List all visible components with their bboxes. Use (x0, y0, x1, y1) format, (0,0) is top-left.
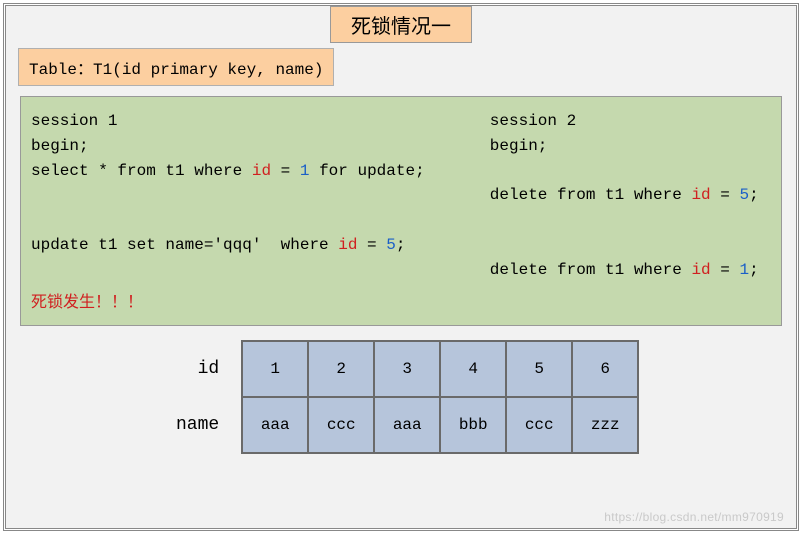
table-row: id 1 2 3 4 5 6 (176, 341, 638, 397)
s1-val-5: 5 (386, 236, 396, 254)
s2-del1-c: ; (749, 186, 759, 204)
session2-delete2: delete from t1 where id = 1; (490, 258, 771, 283)
s2-del2-b: = (711, 261, 740, 279)
s1-select-c: for update; (309, 162, 424, 180)
session1-column: session 1 begin; select * from t1 where … (31, 109, 490, 283)
session2-begin: begin; (490, 134, 771, 159)
s1-id-2: id (338, 236, 357, 254)
s2-del1-a: delete from t1 where (490, 186, 692, 204)
s1-upd-c: ; (396, 236, 406, 254)
s2-del1-b: = (711, 186, 740, 204)
data-table: id 1 2 3 4 5 6 name aaa ccc aaa bbb ccc … (176, 340, 639, 454)
s2-val-5: 5 (739, 186, 749, 204)
blank-2 (31, 208, 490, 233)
s1-id-1: id (252, 162, 271, 180)
table-row: name aaa ccc aaa bbb ccc zzz (176, 397, 638, 453)
watermark: https://blog.csdn.net/mm970919 (604, 510, 784, 524)
blank-5 (490, 233, 771, 258)
name-cell: aaa (242, 397, 308, 453)
session2-column: session 2 begin; delete from t1 where id… (490, 109, 771, 283)
s1-upd-b: = (357, 236, 386, 254)
id-cell: 6 (572, 341, 638, 397)
blank-4 (490, 208, 771, 233)
name-cell: ccc (506, 397, 572, 453)
id-cell: 2 (308, 341, 374, 397)
blank-3 (490, 159, 771, 184)
session1-update: update t1 set name='qqq' where id = 5; (31, 233, 490, 258)
s2-val-1: 1 (739, 261, 749, 279)
s2-id-2: id (691, 261, 710, 279)
data-table-wrap: id 1 2 3 4 5 6 name aaa ccc aaa bbb ccc … (6, 340, 796, 454)
id-cell: 4 (440, 341, 506, 397)
code-columns: session 1 begin; select * from t1 where … (31, 109, 771, 283)
session1-select: select * from t1 where id = 1 for update… (31, 159, 490, 184)
s2-del2-c: ; (749, 261, 759, 279)
row-label-name: name (176, 397, 242, 453)
session1-begin: begin; (31, 134, 490, 159)
s1-select-b: = (271, 162, 300, 180)
inner-frame: 死锁情况一 Table：T1(id primary key, name) ses… (5, 5, 797, 529)
name-cell: ccc (308, 397, 374, 453)
blank-1 (31, 183, 490, 208)
s2-id-1: id (691, 186, 710, 204)
page-title: 死锁情况一 (330, 6, 472, 43)
session2-header: session 2 (490, 109, 771, 134)
name-cell: zzz (572, 397, 638, 453)
s1-upd-a: update t1 set name='qqq' where (31, 236, 338, 254)
id-cell: 1 (242, 341, 308, 397)
s2-del2-a: delete from t1 where (490, 261, 692, 279)
table-definition: Table：T1(id primary key, name) (18, 48, 334, 86)
id-cell: 3 (374, 341, 440, 397)
row-label-id: id (176, 341, 242, 397)
session1-header: session 1 (31, 109, 490, 134)
name-cell: bbb (440, 397, 506, 453)
name-cell: aaa (374, 397, 440, 453)
deadlock-message: 死锁发生！！！ (31, 291, 771, 316)
s1-select-a: select * from t1 where (31, 162, 252, 180)
session2-delete1: delete from t1 where id = 5; (490, 183, 771, 208)
code-block: session 1 begin; select * from t1 where … (20, 96, 782, 326)
id-cell: 5 (506, 341, 572, 397)
outer-frame: 死锁情况一 Table：T1(id primary key, name) ses… (3, 3, 799, 531)
